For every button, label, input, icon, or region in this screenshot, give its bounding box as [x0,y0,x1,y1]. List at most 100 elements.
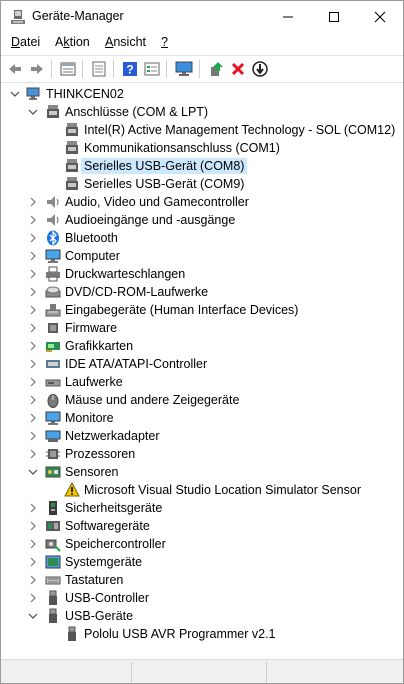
tree-category[interactable]: Prozessoren [1,445,403,463]
tree-device[interactable]: Pololu USB AVR Programmer v2.1 [1,625,403,643]
menu-datei[interactable]: Datei [11,35,40,49]
tree-category[interactable]: Systemgeräte [1,553,403,571]
tree-category[interactable]: Netzwerkadapter [1,427,403,445]
ide-controller-icon [45,356,61,372]
uninstall-icon [231,62,245,76]
help-button[interactable]: ? [120,59,140,79]
chevron-right-icon[interactable] [27,375,39,389]
chevron-down-icon[interactable] [27,465,39,479]
device-tree[interactable]: THINKCEN02 Anschlüsse (COM & LPT) Intel(R)… [1,83,403,658]
back-button[interactable] [5,59,25,79]
menu-aktion[interactable]: Aktion [55,35,90,49]
tree-item-label: Serielles USB-Gerät (COM8) [80,158,248,174]
tree-item-label: Softwaregeräte [65,519,150,533]
minimize-button[interactable] [265,1,311,32]
close-button[interactable] [357,1,403,32]
tree-category[interactable]: Sicherheitsgeräte [1,499,403,517]
chevron-right-icon[interactable] [27,249,39,263]
forward-button[interactable] [27,59,47,79]
chevron-right-icon[interactable] [27,429,39,443]
chevron-right-icon[interactable] [27,555,39,569]
tree-category[interactable]: Monitore [1,409,403,427]
device-list-icon [92,61,106,77]
title-bar[interactable]: Geräte-Manager [1,1,403,32]
chevron-right-icon[interactable] [27,321,39,335]
toolbar-separator [199,60,200,78]
storage-controller-icon [45,536,61,552]
status-separator [266,662,267,682]
chevron-down-icon[interactable] [27,105,39,119]
back-icon [9,64,21,74]
maximize-button[interactable] [311,1,357,32]
tree-category[interactable]: USB-Geräte [1,607,403,625]
display-adapter-icon [45,338,61,354]
chevron-right-icon[interactable] [27,447,39,461]
port-icon [45,104,61,120]
tree-root[interactable]: THINKCEN02 [1,85,403,103]
tree-category[interactable]: Eingabegeräte (Human Interface Devices) [1,301,403,319]
chevron-right-icon[interactable] [27,357,39,371]
tree-category[interactable]: Softwaregeräte [1,517,403,535]
chevron-right-icon[interactable] [27,591,39,605]
device-list-button[interactable] [89,59,109,79]
system-device-icon [45,554,61,570]
chevron-right-icon[interactable] [27,411,39,425]
chevron-right-icon[interactable] [27,537,39,551]
usb-controller-icon [45,590,61,606]
tree-category[interactable]: USB-Controller [1,589,403,607]
tree-category[interactable]: Speichercontroller [1,535,403,553]
tree-category[interactable]: Grafikkarten [1,337,403,355]
chevron-right-icon[interactable] [27,303,39,317]
tree-item-label: Prozessoren [65,447,136,461]
update-driver-button[interactable] [206,59,226,79]
toolbar-separator [51,60,52,78]
tree-category[interactable]: Audioeingänge und -ausgänge [1,211,403,229]
action-list-button[interactable] [142,59,162,79]
disable-device-button[interactable] [250,59,270,79]
tree-category[interactable]: Bluetooth [1,229,403,247]
chevron-right-icon[interactable] [27,393,39,407]
chevron-down-icon[interactable] [9,87,21,101]
tree-category[interactable]: IDE ATA/ATAPI-Controller [1,355,403,373]
tree-category[interactable]: Computer [1,247,403,265]
close-icon [374,11,386,22]
chevron-right-icon[interactable] [27,519,39,533]
toolbar-separator [166,60,167,78]
tree-item-label: Bluetooth [65,231,118,245]
tree-item-label: Sensoren [65,465,119,479]
chevron-right-icon[interactable] [27,285,39,299]
monitor-icon [45,410,61,426]
tree-device[interactable]: Serielles USB-Gerät (COM8) [1,157,403,175]
chevron-right-icon[interactable] [27,231,39,245]
tree-device[interactable]: Serielles USB-Gerät (COM9) [1,175,403,193]
tree-category[interactable]: Tastaturen [1,571,403,589]
tree-category[interactable]: Anschlüsse (COM & LPT) [1,103,403,121]
uninstall-button[interactable] [228,59,248,79]
tree-device[interactable]: Microsoft Visual Studio Location Simulat… [1,481,403,499]
toolbar-separator [113,60,114,78]
chevron-right-icon[interactable] [27,195,39,209]
chevron-down-icon[interactable] [27,609,39,623]
tree-category[interactable]: Audio, Video und Gamecontroller [1,193,403,211]
menu-help[interactable]: ? [161,35,168,49]
bluetooth-icon [45,230,61,246]
tree-item-label: DVD/CD-ROM-Laufwerke [65,285,209,299]
tree-category[interactable]: Firmware [1,319,403,337]
tree-device[interactable]: Kommunikationsanschluss (COM1) [1,139,403,157]
monitor-scan-button[interactable] [174,59,194,79]
chevron-right-icon[interactable] [27,339,39,353]
tree-category[interactable]: Laufwerke [1,373,403,391]
tree-category[interactable]: Sensoren [1,463,403,481]
tree-category[interactable]: Mäuse und andere Zeigegeräte [1,391,403,409]
tree-device[interactable]: Intel(R) Active Management Technology - … [1,121,403,139]
menu-ansicht[interactable]: Ansicht [105,35,146,49]
tree-category[interactable]: DVD/CD-ROM-Laufwerke [1,283,403,301]
chevron-right-icon[interactable] [27,501,39,515]
chevron-right-icon[interactable] [27,573,39,587]
hid-icon [45,302,61,318]
chevron-right-icon[interactable] [27,267,39,281]
tree-category[interactable]: Druckwarteschlangen [1,265,403,283]
chevron-right-icon[interactable] [27,213,39,227]
tree-item-label: Mäuse und andere Zeigegeräte [65,393,240,407]
properties-sheet-button[interactable] [58,59,78,79]
